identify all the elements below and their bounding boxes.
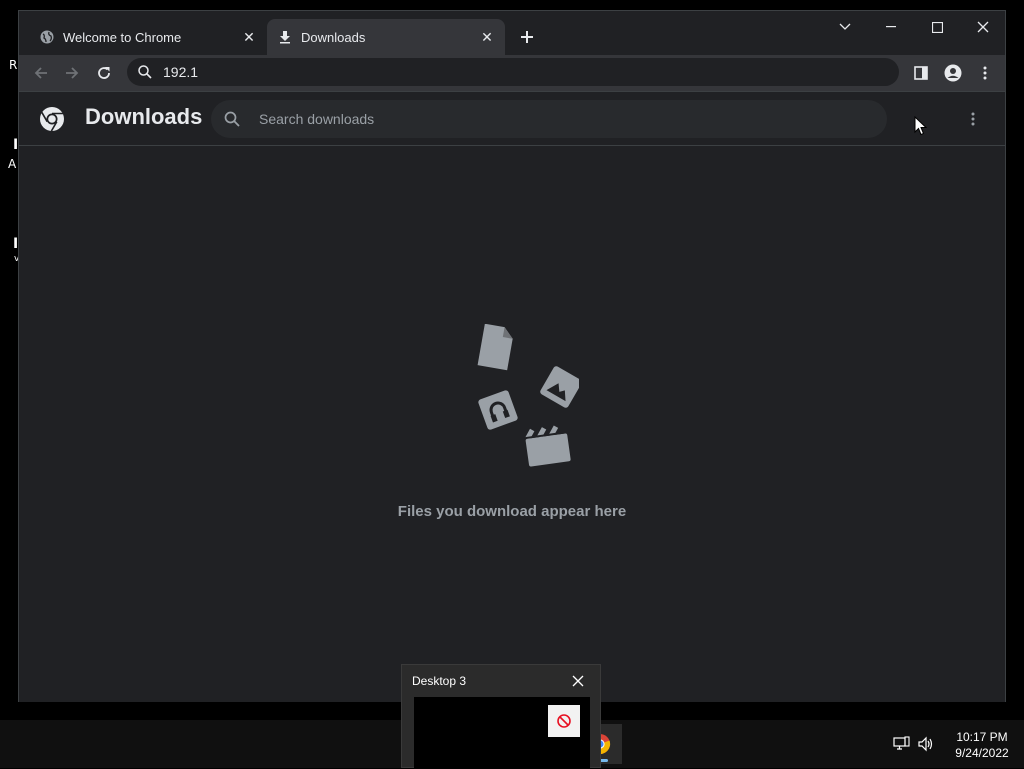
chrome-logo-icon (40, 107, 64, 132)
tab-search-button[interactable] (822, 11, 868, 43)
new-tab-button[interactable] (516, 26, 538, 48)
network-icon[interactable] (892, 735, 912, 753)
close-desktop-button[interactable] (568, 671, 588, 691)
system-clock[interactable]: 10:17 PM 9/24/2022 (942, 729, 1022, 761)
downloads-list: Files you download appear here (19, 146, 1005, 702)
desktop-preview-title: Desktop 3 (412, 674, 467, 688)
tab-welcome[interactable]: Welcome to Chrome ✕ (29, 19, 267, 55)
globe-icon (39, 29, 55, 45)
reload-button[interactable] (90, 59, 118, 87)
tab-downloads[interactable]: Downloads ✕ (267, 19, 505, 55)
download-icon (277, 29, 293, 45)
blocked-badge (548, 705, 580, 737)
volume-icon[interactable] (916, 735, 936, 753)
more-actions-button[interactable] (961, 106, 985, 132)
menu-button[interactable] (971, 59, 999, 87)
mouse-cursor-icon (914, 116, 928, 136)
minimize-button[interactable] (868, 11, 914, 43)
search-downloads[interactable] (211, 100, 887, 138)
tab-label: Welcome to Chrome (63, 29, 182, 45)
forward-button[interactable] (58, 59, 86, 87)
search-icon (224, 111, 240, 127)
clock-time: 10:17 PM (956, 730, 1008, 744)
toolbar (19, 55, 1005, 91)
close-icon[interactable]: ✕ (477, 27, 497, 47)
tab-label: Downloads (301, 29, 366, 45)
close-window-button[interactable] (960, 11, 1006, 43)
side-panel-button[interactable] (907, 59, 935, 87)
search-icon (138, 65, 152, 79)
profile-button[interactable] (939, 59, 967, 87)
search-input[interactable] (257, 110, 861, 128)
close-icon[interactable]: ✕ (239, 27, 259, 47)
desktop-preview-popup[interactable]: Desktop 3 (401, 664, 601, 769)
tab-strip: Welcome to Chrome ✕ Downloads ✕ (19, 11, 1005, 55)
desktop-icon-label: R (9, 58, 18, 72)
address-bar[interactable] (127, 58, 899, 86)
desktop-thumbnail[interactable] (414, 697, 590, 769)
page-title: Downloads (85, 104, 203, 129)
downloads-header: Downloads (19, 92, 1005, 146)
empty-downloads-illustration (477, 324, 579, 467)
empty-message: Files you download appear here (397, 503, 627, 520)
address-input[interactable] (161, 63, 865, 81)
desktop-icon-label: A (8, 157, 17, 171)
profile-icon (944, 64, 962, 82)
chrome-window: Welcome to Chrome ✕ Downloads ✕ 192.1 Do… (18, 10, 1006, 702)
back-button[interactable] (27, 59, 55, 87)
prohibited-icon (557, 714, 571, 728)
maximize-button[interactable] (914, 11, 960, 43)
clock-date: 9/24/2022 (955, 746, 1009, 760)
